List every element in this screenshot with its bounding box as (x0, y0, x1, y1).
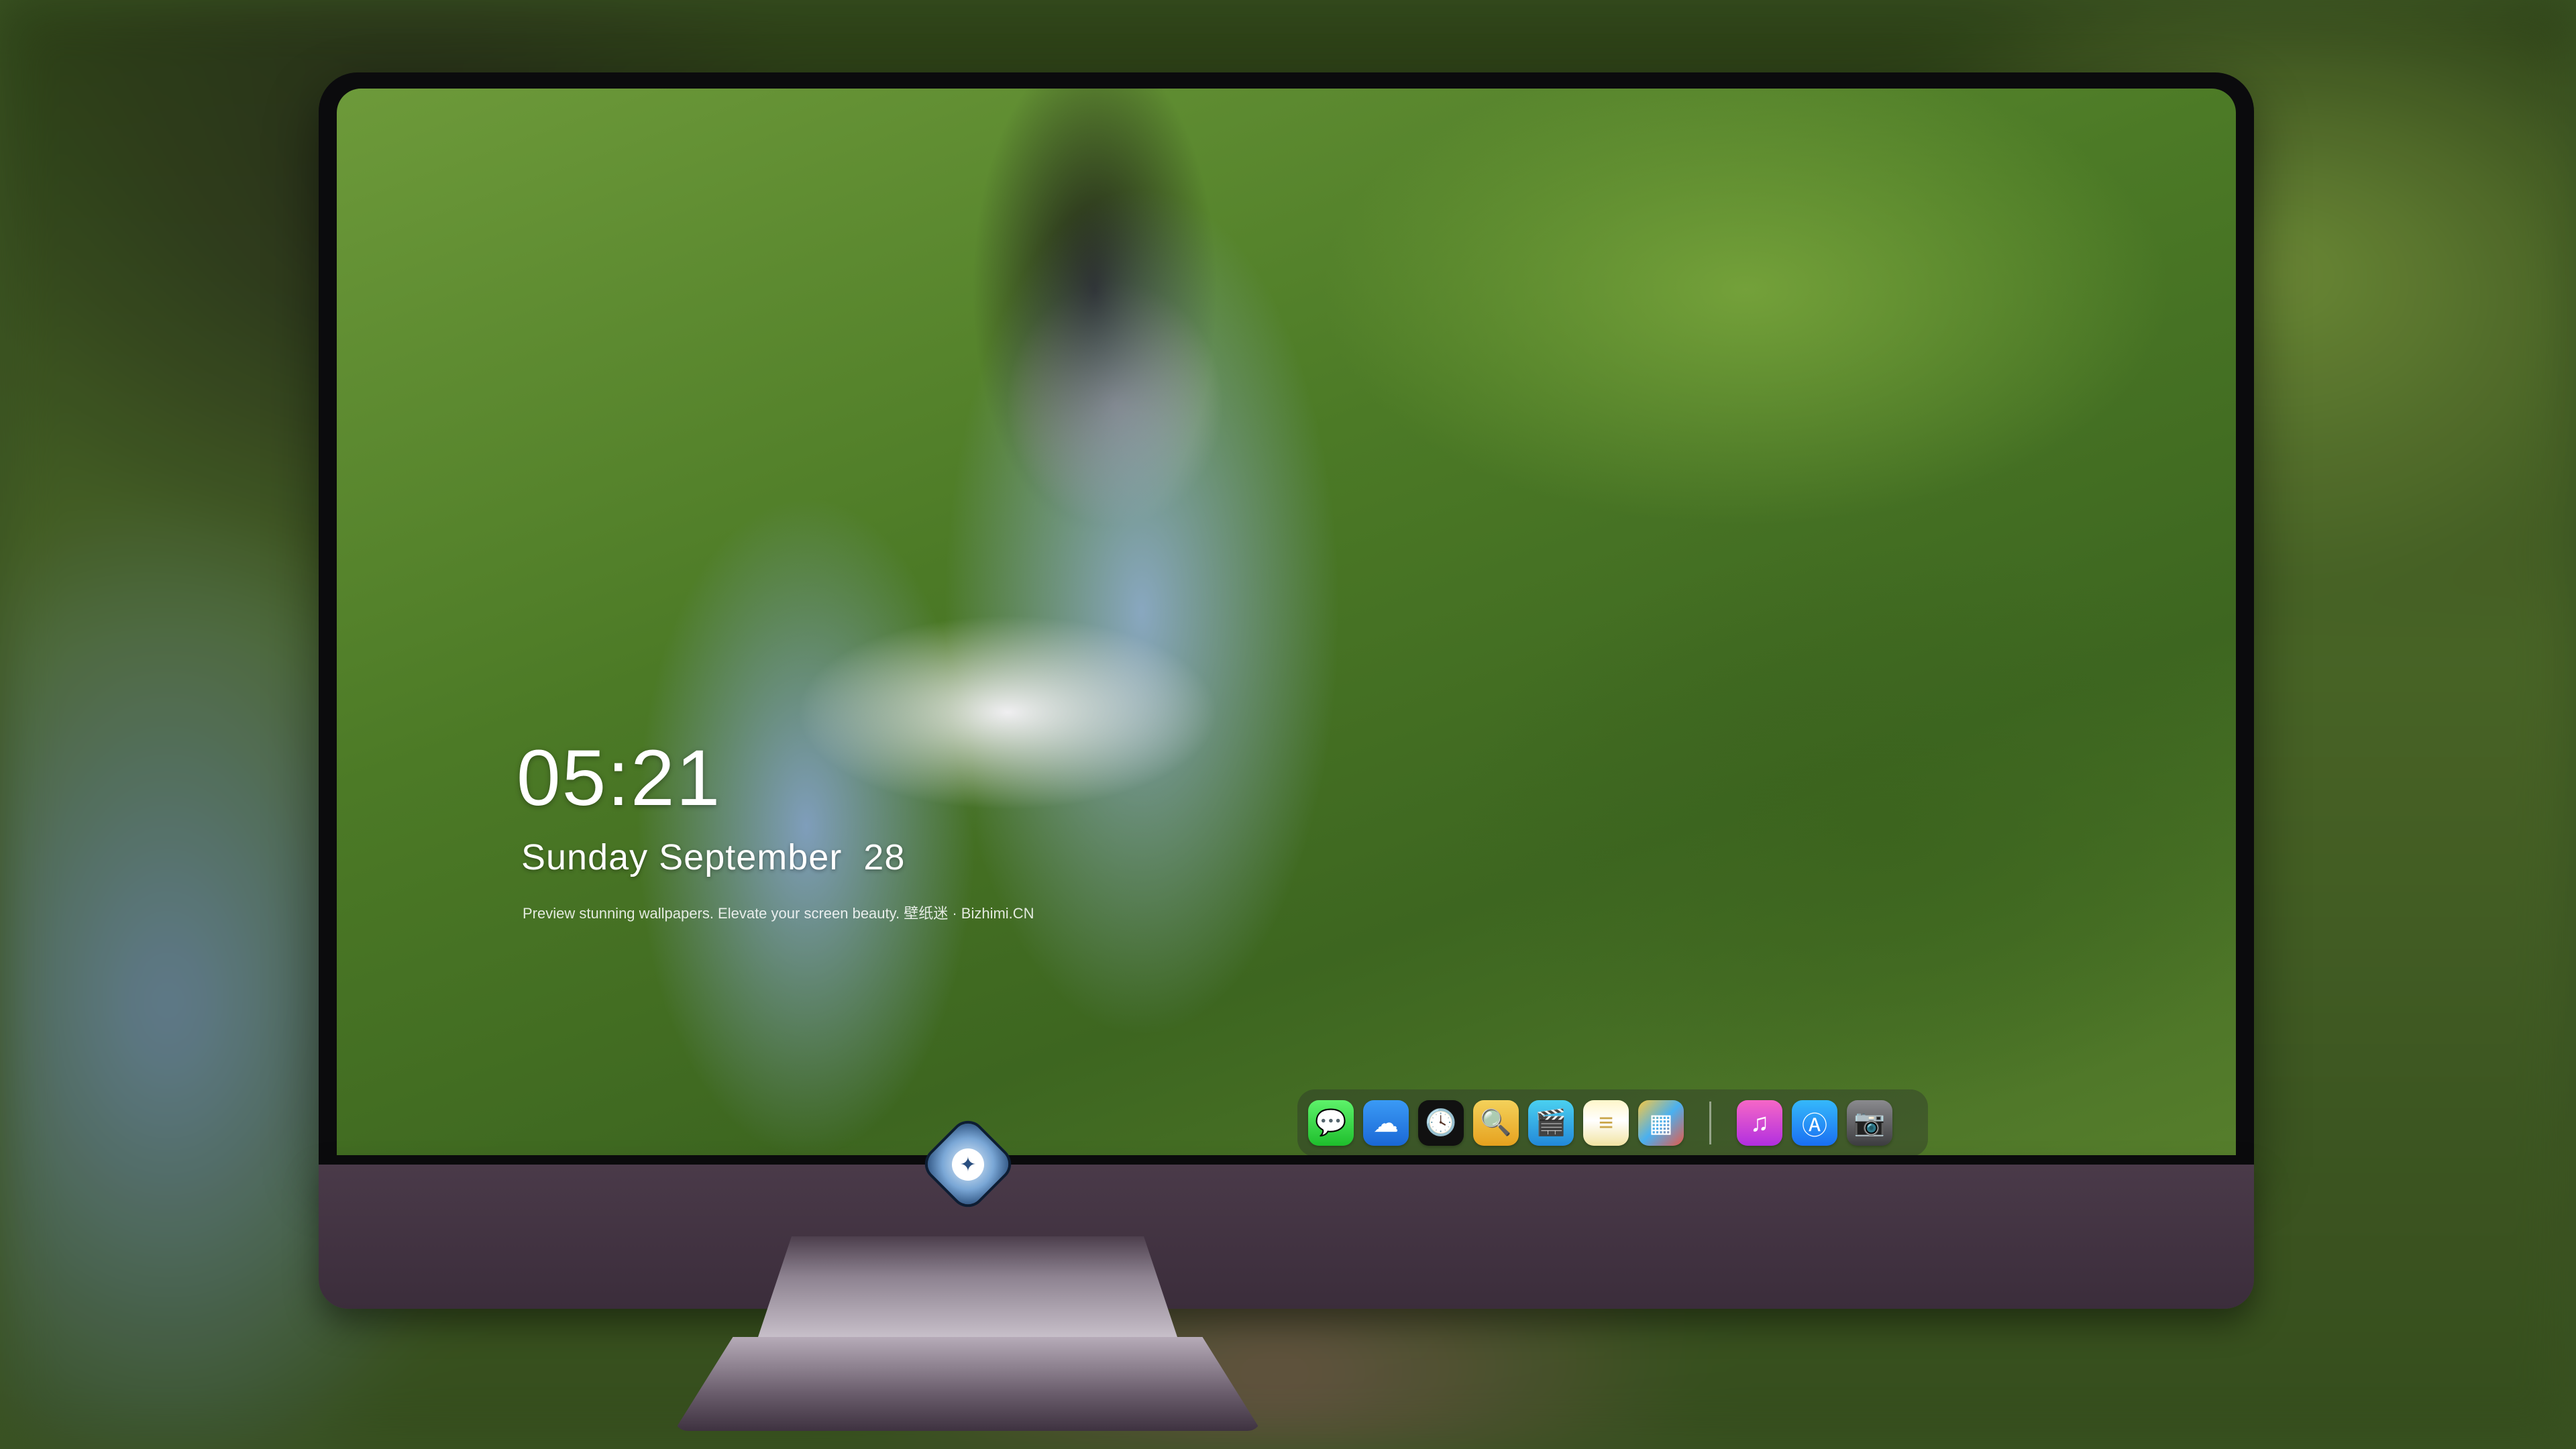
clock-icon[interactable]: 🕓 (1418, 1100, 1464, 1146)
lockscreen-tagline: Preview stunning wallpapers. Elevate you… (523, 905, 1034, 922)
weather-icon[interactable]: ☁ (1363, 1100, 1409, 1146)
app-store-icon[interactable]: Ⓐ (1792, 1100, 1837, 1146)
music-icon[interactable]: ♫ (1737, 1100, 1782, 1146)
messages-icon[interactable]: 💬 (1308, 1100, 1354, 1146)
lockscreen-time: 05:21 (517, 734, 722, 822)
camera-icon[interactable]: 📷 (1847, 1100, 1892, 1146)
monitor-chin (319, 1165, 2254, 1309)
monitor-stand-neck (758, 1236, 1177, 1337)
preview-icon[interactable]: 🔍 (1473, 1100, 1519, 1146)
mascot-icon: ✦ (952, 1148, 984, 1181)
photo-booth-icon[interactable]: ▦ (1638, 1100, 1684, 1146)
clips-icon[interactable]: 🎬 (1528, 1100, 1574, 1146)
notes-icon[interactable]: ≡ (1583, 1100, 1629, 1146)
dock: 💬 ☁ 🕓 🔍 🎬 ≡ ▦ ♫ Ⓐ 📷 (1297, 1089, 1928, 1155)
dock-separator (1709, 1102, 1711, 1144)
monitor-stand-base (674, 1337, 1261, 1431)
monitor: 05:21 Sunday September 28 Preview stunni… (319, 72, 2254, 1309)
lockscreen-date: Sunday September 28 (521, 837, 906, 877)
screen-wallpaper: 05:21 Sunday September 28 Preview stunni… (337, 89, 2236, 1155)
